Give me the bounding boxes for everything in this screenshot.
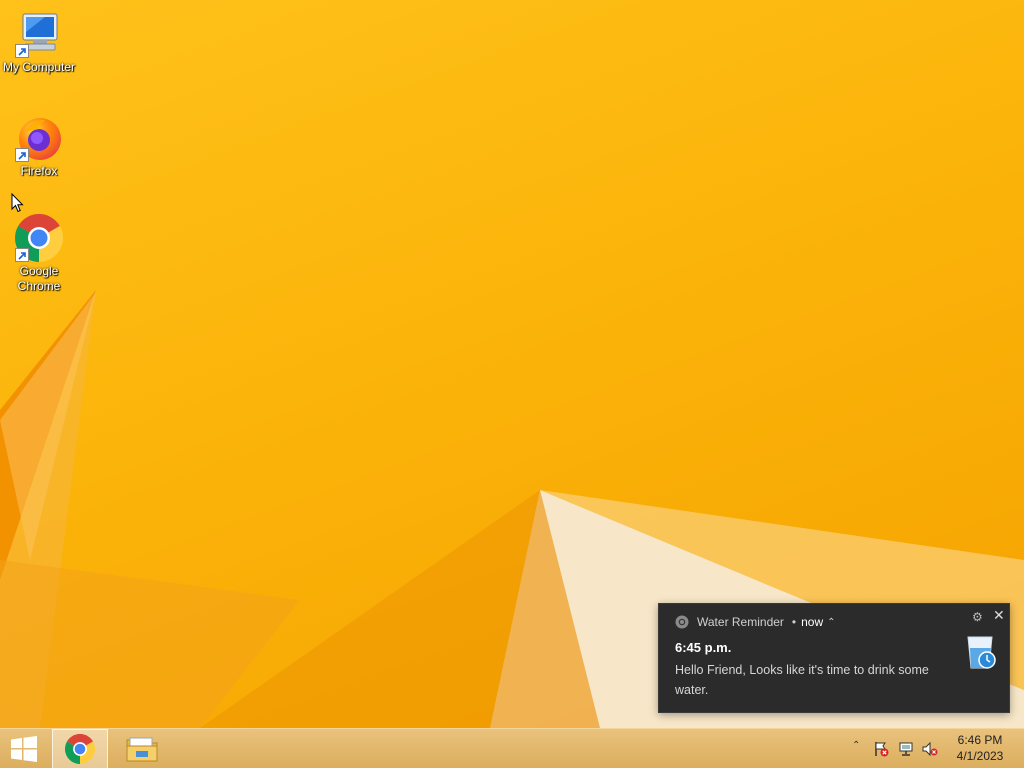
network-icon[interactable] [898,741,914,757]
chrome-icon [675,615,689,629]
desktop[interactable]: My Computer Firefox Google Chrome Water … [0,0,1024,728]
chrome-icon [65,734,95,764]
taskbar: ⌃ [0,728,1024,768]
action-center-flag-icon[interactable] [873,741,889,757]
desktop-icon-label: Firefox [20,164,58,178]
windows-logo-icon [11,736,37,762]
notification-toast[interactable]: Water Reminder • now ⌃ ⚙ ✕ 6:45 p.m. Hel… [658,603,1010,713]
notification-title: 6:45 p.m. [675,640,732,655]
show-hidden-icons-button[interactable]: ⌃ [852,740,860,751]
expand-chevron-icon[interactable]: ⌃ [827,617,835,628]
notification-settings-icon[interactable]: ⚙ [972,610,983,624]
clock-time: 6:46 PM [957,733,1003,747]
start-button[interactable] [0,729,48,768]
notification-header: Water Reminder • now ⌃ [675,615,836,629]
desktop-icon-firefox[interactable]: Firefox [0,114,78,179]
notification-time: now [801,615,824,629]
mouse-pointer-icon [11,193,24,213]
notification-body: Hello Friend, Looks like it's time to dr… [675,663,929,697]
desktop-icon-google-chrome[interactable]: Google Chrome [0,213,78,294]
volume-muted-icon[interactable] [922,741,938,757]
notification-separator: • [791,615,797,629]
firefox-icon [15,114,63,162]
notification-close-icon[interactable]: ✕ [993,607,1005,624]
taskbar-file-explorer-button[interactable] [114,729,170,768]
chrome-icon [14,213,64,262]
computer-icon [15,10,63,58]
notification-app-name: Water Reminder [697,615,784,629]
desktop-icon-my-computer[interactable]: My Computer [0,10,78,75]
desktop-icon-label: Google Chrome [17,264,61,293]
clock-date: 4/1/2023 [956,749,1004,763]
desktop-icon-label: My Computer [2,60,76,74]
folder-icon [126,737,158,762]
taskbar-chrome-button[interactable] [52,729,108,768]
taskbar-clock[interactable]: 6:46 PM 4/1/2023 [948,732,1012,764]
water-glass-icon [967,636,996,669]
